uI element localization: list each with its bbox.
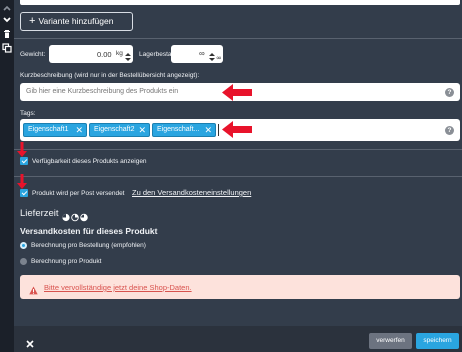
availability-label: Verfügbarkeit dieses Produkts anzeigen xyxy=(32,158,147,165)
shipping-settings-link[interactable]: Zu den Versandkosteneinstellungen xyxy=(132,188,251,197)
remove-tag-icon[interactable]: ✕ xyxy=(204,124,212,136)
left-toolbar xyxy=(0,0,14,352)
radio-per-order-label: Berechnung pro Bestellung (empfohlen) xyxy=(31,242,146,249)
remove-tag-icon[interactable]: ✕ xyxy=(75,124,83,136)
tag-chip[interactable]: Eigenschaft1 ✕ xyxy=(23,123,87,137)
shipping-costs-title: Versandkosten für dieses Produkt xyxy=(20,226,158,236)
shipping-label: Produkt wird per Post versendet xyxy=(32,190,125,197)
tag-label: Eigenschaft2 xyxy=(94,126,135,133)
chevron-up-icon[interactable] xyxy=(2,3,12,13)
stock-field[interactable]: ∞ ∞ xyxy=(171,45,223,63)
trash-icon[interactable] xyxy=(2,29,12,39)
discard-button[interactable]: verwerfen xyxy=(369,333,412,349)
warning-icon xyxy=(29,282,38,300)
top-input-edge xyxy=(20,0,460,5)
radio-per-product[interactable] xyxy=(20,258,27,265)
stock-value: ∞ xyxy=(199,49,205,58)
delivery-label: Lieferzeit xyxy=(20,208,59,219)
short-description-placeholder: Gib hier eine Kurzbeschreibung des Produ… xyxy=(26,88,179,95)
warning-link[interactable]: Bitte vervollständige jetzt deine Shop-D… xyxy=(44,283,192,292)
radio-per-product-label: Berechnung pro Produkt xyxy=(31,258,102,265)
chevron-down-icon[interactable] xyxy=(2,15,12,25)
shipping-checkbox[interactable] xyxy=(20,189,28,197)
add-variant-button[interactable]: + Variante hinzufügen xyxy=(20,12,133,31)
availability-checkbox[interactable] xyxy=(20,157,28,165)
radio-per-order[interactable] xyxy=(20,242,27,249)
text-cursor xyxy=(218,124,219,136)
weight-field[interactable]: 0.00 kg xyxy=(49,45,133,63)
svg-text:∞: ∞ xyxy=(216,54,222,62)
delivery-time-selector[interactable] xyxy=(62,209,90,227)
remove-tag-icon[interactable]: ✕ xyxy=(138,124,146,136)
annotation-arrow-left xyxy=(222,121,252,138)
help-icon[interactable]: ? xyxy=(445,125,454,135)
save-button[interactable]: speichern xyxy=(416,333,459,349)
weight-stepper[interactable] xyxy=(125,49,131,67)
tag-label: Eigenschaft1 xyxy=(28,126,69,133)
short-description-label: Kurzbeschreibung (wird nur in der Bestel… xyxy=(20,72,200,79)
weight-unit: kg xyxy=(116,50,123,57)
divider xyxy=(14,176,462,177)
product-editor-panel: + Variante hinzufügen Gewicht: 0.00 kg La… xyxy=(14,0,462,352)
copy-icon[interactable] xyxy=(2,43,12,53)
action-bar: verwerfen speichern xyxy=(14,326,462,352)
weight-value: 0.00 xyxy=(97,50,112,59)
help-icon[interactable]: ? xyxy=(445,87,454,97)
weight-label: Gewicht: xyxy=(20,51,46,58)
close-icon[interactable] xyxy=(26,335,34,352)
tag-label: Eigenschaft... xyxy=(157,126,200,133)
plus-icon: + xyxy=(29,15,36,27)
divider xyxy=(14,149,462,150)
annotation-arrow-left xyxy=(222,84,252,101)
divider xyxy=(14,38,462,39)
tag-chip[interactable]: Eigenschaft... ✕ xyxy=(152,123,216,137)
annotation-arrow-down xyxy=(17,174,27,189)
annotation-arrow-down xyxy=(17,142,27,157)
tag-chip[interactable]: Eigenschaft2 ✕ xyxy=(89,123,150,137)
tags-label: Tags: xyxy=(20,110,36,117)
add-variant-label: Variante hinzufügen xyxy=(38,16,114,26)
warning-banner: Bitte vervollständige jetzt deine Shop-D… xyxy=(20,275,460,299)
stock-stepper[interactable]: ∞ xyxy=(209,49,222,67)
